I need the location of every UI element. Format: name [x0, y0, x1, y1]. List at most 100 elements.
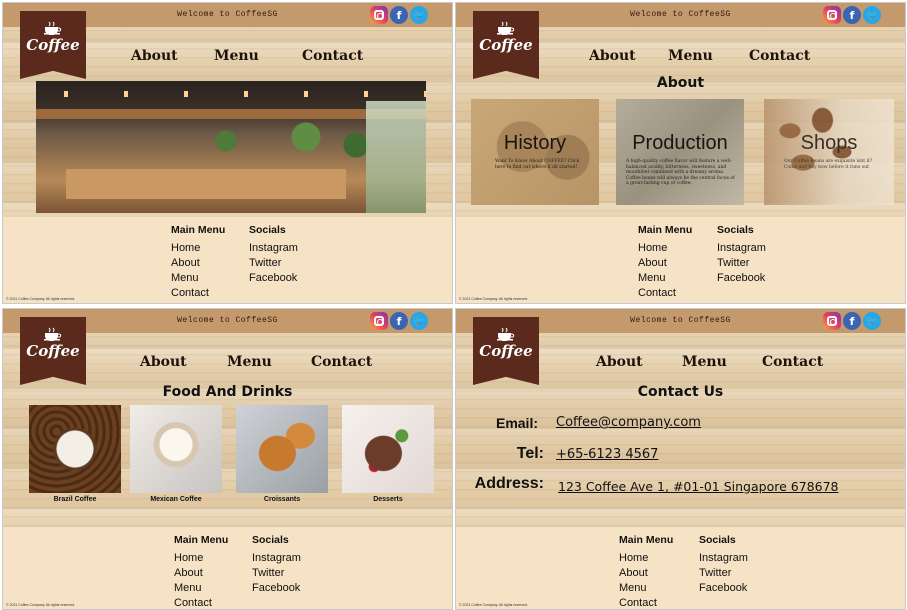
footer-link-home[interactable]: Home — [171, 241, 225, 256]
footer-link-contact[interactable]: Contact — [619, 596, 673, 609]
footer-link-menu[interactable]: Menu — [619, 581, 673, 596]
facebook-icon[interactable]: f — [843, 312, 861, 330]
twitter-icon[interactable]: 🐦 — [863, 6, 881, 24]
about-page-panel: Welcome to CoffeeSG f 🐦 Coffee About Men… — [455, 2, 906, 304]
history-card-title: History — [503, 132, 567, 154]
instagram-icon[interactable] — [823, 6, 841, 24]
footer-link-facebook[interactable]: Facebook — [699, 581, 748, 596]
instagram-icon[interactable] — [370, 6, 388, 24]
history-card[interactable]: History Want To Know About COFFEE? Click… — [471, 99, 599, 205]
footer-main-menu: Main Menu Home About Menu Contact — [174, 533, 229, 609]
copyright-text: © 2021 Coffee Company. All rights reserv… — [459, 603, 528, 607]
mexican-coffee-image[interactable] — [130, 405, 222, 493]
shops-card-title: Shops — [800, 132, 858, 154]
instagram-icon[interactable] — [823, 312, 841, 330]
footer-link-menu[interactable]: Menu — [174, 581, 228, 596]
footer: Main Menu Home About Menu Contact Social… — [3, 527, 452, 609]
footer-socials: Socials Instagram Twitter Facebook — [252, 533, 301, 596]
nav-about[interactable]: About — [596, 354, 643, 370]
footer-link-instagram[interactable]: Instagram — [699, 551, 748, 566]
footer-socials: Socials Instagram Twitter Facebook — [717, 223, 766, 286]
logo-brand-text: Coffee — [479, 36, 533, 54]
address-label: Address: — [474, 475, 544, 492]
food-label: Desserts — [373, 496, 403, 503]
footer: Main Menu Home About Menu Contact Social… — [456, 527, 905, 609]
facebook-icon[interactable]: f — [390, 312, 408, 330]
nav-about[interactable]: About — [589, 48, 636, 64]
footer-link-instagram[interactable]: Instagram — [717, 241, 766, 256]
copyright-text: © 2021 Coffee Company. All rights reserv… — [6, 297, 75, 301]
footer-link-twitter[interactable]: Twitter — [699, 566, 748, 581]
instagram-icon[interactable] — [370, 312, 388, 330]
footer-link-about[interactable]: About — [619, 566, 673, 581]
footer-link-twitter[interactable]: Twitter — [252, 566, 301, 581]
footer-link-contact[interactable]: Contact — [174, 596, 228, 609]
nav-menu[interactable]: Menu — [682, 354, 727, 370]
nav-contact[interactable]: Contact — [749, 48, 810, 64]
nav-about[interactable]: About — [131, 48, 178, 64]
footer-link-menu[interactable]: Menu — [171, 271, 225, 286]
social-icons: f 🐦 — [823, 312, 881, 330]
nav-menu[interactable]: Menu — [668, 48, 713, 64]
footer-link-facebook[interactable]: Facebook — [252, 581, 301, 596]
croissants-image[interactable] — [236, 405, 328, 493]
footer-link-menu[interactable]: Menu — [638, 271, 692, 286]
coffee-cup-icon — [497, 327, 515, 341]
twitter-icon[interactable]: 🐦 — [410, 312, 428, 330]
footer-main-menu-title: Main Menu — [638, 224, 693, 236]
footer-link-about[interactable]: About — [171, 256, 225, 271]
desserts-image[interactable] — [342, 405, 434, 493]
nav-contact[interactable]: Contact — [762, 354, 823, 370]
footer-link-twitter[interactable]: Twitter — [717, 256, 766, 271]
copyright-text: © 2021 Coffee Company. All rights reserv… — [6, 603, 75, 607]
nav-menu[interactable]: Menu — [214, 48, 259, 64]
footer-socials-title: Socials — [699, 534, 736, 546]
coffee-cup-icon — [497, 21, 515, 35]
footer-socials-title: Socials — [252, 534, 289, 546]
footer-link-home[interactable]: Home — [619, 551, 673, 566]
twitter-icon[interactable]: 🐦 — [863, 312, 881, 330]
footer-link-about[interactable]: About — [638, 256, 692, 271]
menu-page-panel: Welcome to CoffeeSG f 🐦 Coffee About Men… — [2, 308, 453, 610]
tel-link[interactable]: +65-6123 4567 — [556, 447, 658, 462]
nav-contact[interactable]: Contact — [302, 48, 363, 64]
footer-link-contact[interactable]: Contact — [638, 286, 692, 301]
nav-contact[interactable]: Contact — [311, 354, 372, 370]
coffee-logo[interactable]: Coffee — [20, 317, 86, 385]
footer-link-instagram[interactable]: Instagram — [252, 551, 301, 566]
address-link[interactable]: 123 Coffee Ave 1, #01-01 Singapore 67867… — [558, 479, 838, 494]
footer-socials: Socials Instagram Twitter Facebook — [249, 223, 298, 286]
footer-main-menu-title: Main Menu — [619, 534, 674, 546]
coffee-logo[interactable]: Coffee — [473, 11, 539, 79]
shops-card[interactable]: Shops Our Coffee Beans are exquisite isn… — [764, 99, 894, 205]
food-label: Brazil Coffee — [53, 496, 97, 503]
page-title: Food And Drinks — [162, 384, 293, 400]
email-link[interactable]: Coffee@company.com — [556, 415, 701, 430]
screenshot-grid: Welcome to CoffeeSG f 🐦 Coffee About Men… — [2, 2, 906, 610]
coffee-cup-icon — [44, 21, 62, 35]
production-card[interactable]: Production A high-quality coffee flavor … — [616, 99, 744, 205]
social-icons: f 🐦 — [823, 6, 881, 24]
shops-card-desc: Our Coffee Beans are exquisite isnt it? … — [784, 159, 873, 170]
footer-main-menu: Main Menu Home About Menu Contact — [619, 533, 674, 609]
nav-about[interactable]: About — [140, 354, 187, 370]
footer-link-home[interactable]: Home — [638, 241, 692, 256]
facebook-icon[interactable]: f — [843, 6, 861, 24]
facebook-icon[interactable]: f — [390, 6, 408, 24]
twitter-icon[interactable]: 🐦 — [410, 6, 428, 24]
footer-main-menu-title: Main Menu — [174, 534, 229, 546]
coffee-logo[interactable]: Coffee — [473, 317, 539, 385]
nav-menu[interactable]: Menu — [227, 354, 272, 370]
footer-socials: Socials Instagram Twitter Facebook — [699, 533, 748, 596]
footer-link-home[interactable]: Home — [174, 551, 228, 566]
footer-link-facebook[interactable]: Facebook — [717, 271, 766, 286]
footer-link-facebook[interactable]: Facebook — [249, 271, 298, 286]
footer-link-instagram[interactable]: Instagram — [249, 241, 298, 256]
page-title: About — [656, 75, 705, 91]
footer-link-about[interactable]: About — [174, 566, 228, 581]
coffee-logo[interactable]: Coffee — [20, 11, 86, 79]
brazil-coffee-image[interactable] — [29, 405, 121, 493]
footer-link-contact[interactable]: Contact — [171, 286, 225, 301]
footer-link-twitter[interactable]: Twitter — [249, 256, 298, 271]
cafe-hero-image — [36, 81, 426, 213]
